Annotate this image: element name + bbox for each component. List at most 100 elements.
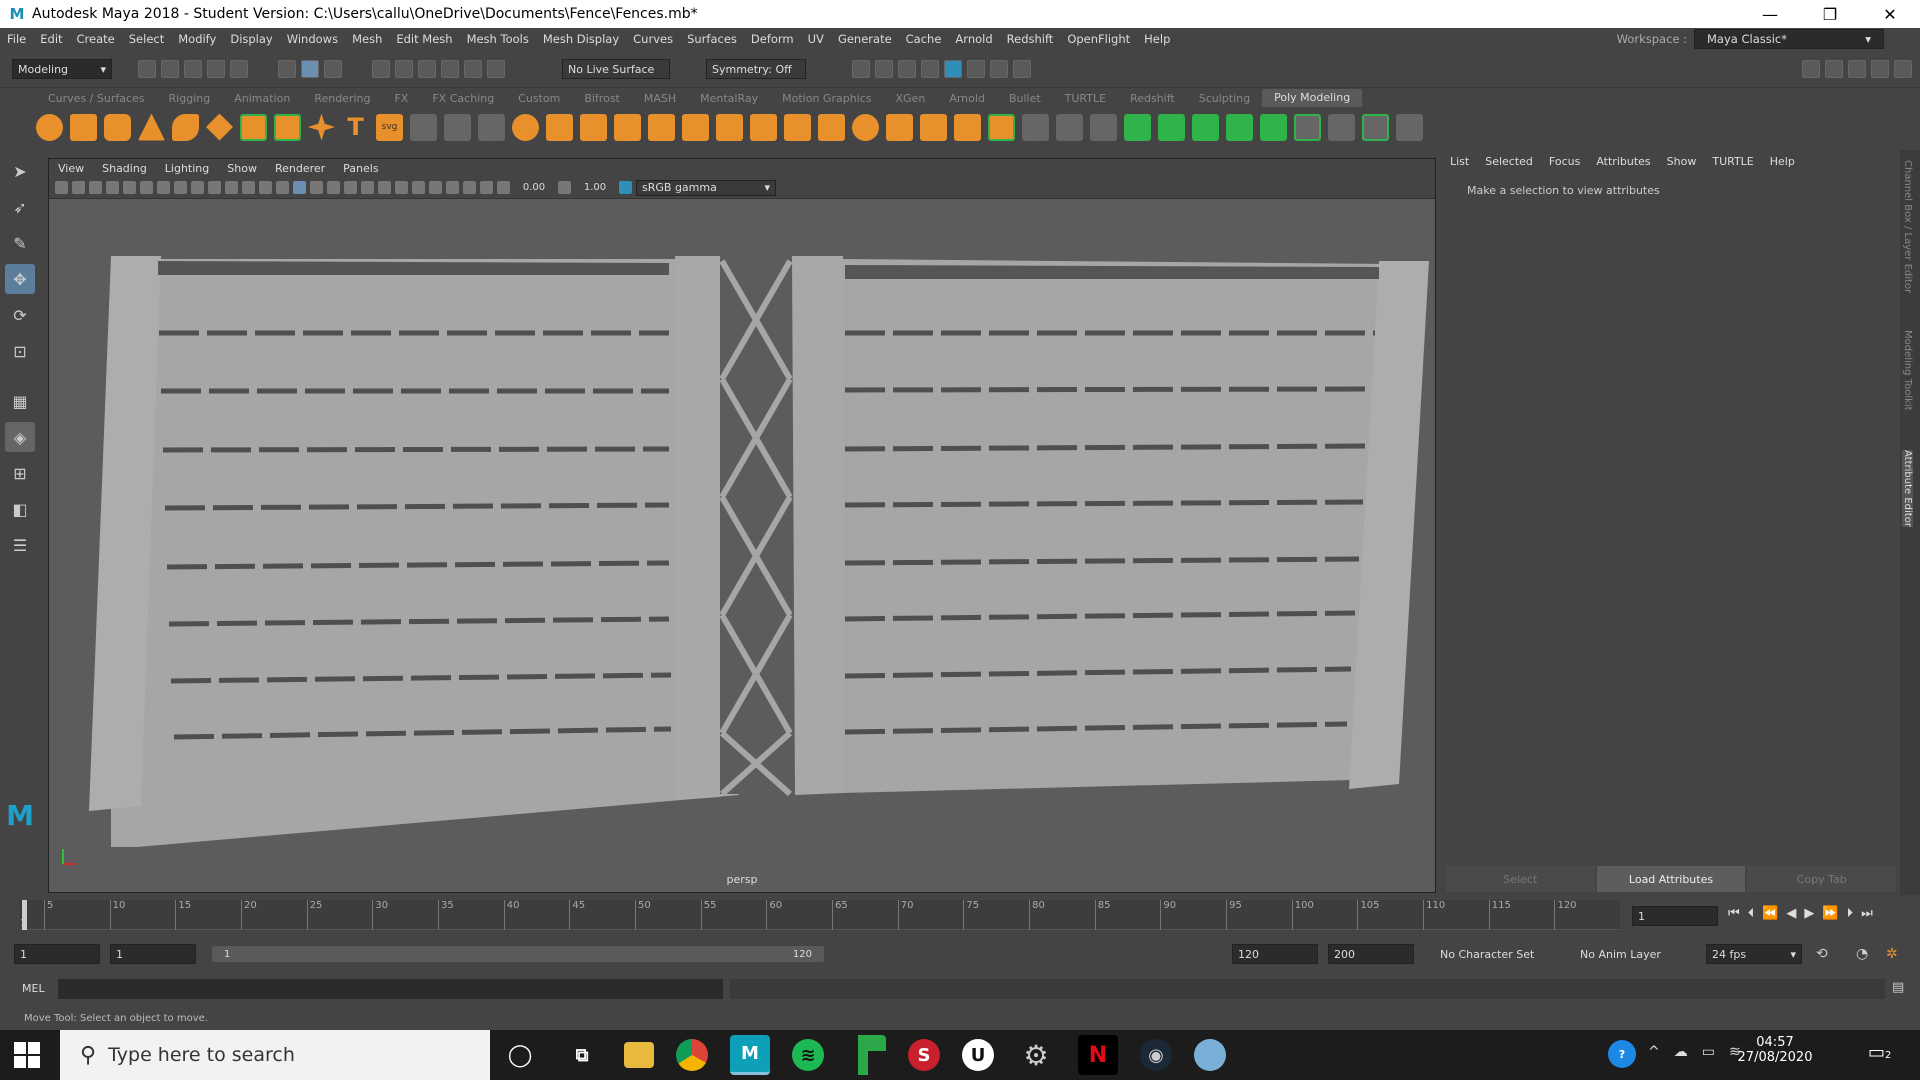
uv-spherical-icon[interactable]: [1192, 113, 1219, 141]
battery-icon[interactable]: ▭: [1702, 1044, 1715, 1060]
viewport-menu-shading[interactable]: Shading: [93, 162, 156, 175]
smooth-shade-icon[interactable]: [293, 181, 306, 194]
poly-cube-icon[interactable]: [70, 113, 97, 141]
textured-icon[interactable]: [327, 181, 340, 194]
menu-mesh-display[interactable]: Mesh Display: [536, 32, 626, 46]
notifications-icon[interactable]: ▭2: [1868, 1042, 1891, 1063]
channel-box-icon[interactable]: [1894, 60, 1912, 78]
snap-surface-icon[interactable]: [464, 60, 482, 78]
tab-animation[interactable]: Animation: [222, 92, 302, 105]
menu-openflight[interactable]: OpenFlight: [1060, 32, 1137, 46]
gate-mask-icon[interactable]: [208, 181, 221, 194]
snap-live-icon[interactable]: [487, 60, 505, 78]
unreal-engine-icon[interactable]: U: [962, 1039, 994, 1071]
combine-icon[interactable]: [512, 113, 539, 141]
side-tab-modeling-toolkit[interactable]: Modeling Toolkit: [1902, 330, 1913, 411]
tab-arnold[interactable]: Arnold: [937, 92, 997, 105]
sculpt-relax-icon[interactable]: [478, 113, 505, 141]
uv-grid-icon[interactable]: [1396, 113, 1423, 141]
modeling-toolkit-icon[interactable]: [1802, 60, 1820, 78]
tab-mentalray[interactable]: MentalRay: [688, 92, 770, 105]
play-forwards-icon[interactable]: ▶: [1804, 906, 1814, 921]
mel-label[interactable]: MEL: [22, 982, 45, 995]
bookmark-icon[interactable]: [89, 181, 102, 194]
lasso-tool-icon[interactable]: ➶: [5, 192, 35, 222]
graph-layout-icon[interactable]: ◧: [5, 494, 35, 524]
side-tab-channel-box[interactable]: Channel Box / Layer Editor: [1902, 160, 1913, 293]
load-attributes-button[interactable]: Load Attributes: [1596, 866, 1746, 892]
smooth-icon[interactable]: [614, 113, 641, 141]
viewport-menu-renderer[interactable]: Renderer: [266, 162, 334, 175]
svg-icon[interactable]: svg: [376, 113, 403, 141]
redo-icon[interactable]: [230, 60, 248, 78]
settings-gear-icon[interactable]: ⚙: [1016, 1035, 1056, 1075]
poly-cylinder-icon[interactable]: [104, 113, 131, 141]
uv-editor-icon[interactable]: [1294, 113, 1321, 141]
menu-help[interactable]: Help: [1137, 32, 1177, 46]
menu-edit[interactable]: Edit: [33, 32, 69, 46]
shadows-icon[interactable]: [361, 181, 374, 194]
motion-blur-icon[interactable]: [395, 181, 408, 194]
tab-bullet[interactable]: Bullet: [997, 92, 1053, 105]
attr-menu-list[interactable]: List: [1442, 155, 1477, 168]
edge-loop-icon[interactable]: [1022, 113, 1049, 141]
cortana-icon[interactable]: ◯: [500, 1035, 540, 1075]
move-tool-icon[interactable]: ✥: [5, 264, 35, 294]
tab-motion-graphics[interactable]: Motion Graphics: [770, 92, 883, 105]
poly-text-icon[interactable]: T: [342, 113, 369, 141]
playback-end-field[interactable]: 120: [1232, 944, 1318, 964]
fence-mid-post-left[interactable]: [675, 256, 720, 800]
separate-icon[interactable]: [546, 113, 573, 141]
menu-edit-mesh[interactable]: Edit Mesh: [389, 32, 459, 46]
menu-display[interactable]: Display: [223, 32, 279, 46]
scale-tool-icon[interactable]: ⊡: [5, 336, 35, 366]
chrome-icon[interactable]: [676, 1039, 708, 1071]
append-icon[interactable]: [886, 113, 913, 141]
uv-layout-icon[interactable]: [1362, 113, 1389, 141]
poly-disc-icon[interactable]: [240, 113, 267, 141]
menu-file[interactable]: File: [0, 32, 33, 46]
side-tab-attribute-editor[interactable]: Attribute Editor: [1902, 450, 1913, 527]
range-slider[interactable]: 1 120: [212, 946, 824, 962]
workspace-dropdown[interactable]: Maya Classic* ▾: [1694, 29, 1884, 49]
select-object-icon[interactable]: [301, 60, 319, 78]
arnold-render-icon[interactable]: [967, 60, 985, 78]
uv-cylindrical-icon[interactable]: [1158, 113, 1185, 141]
hypershade-icon[interactable]: [944, 60, 962, 78]
spotify-icon[interactable]: ≋: [792, 1039, 824, 1071]
paint-select-tool-icon[interactable]: ✎: [5, 228, 35, 258]
bevel-icon[interactable]: [750, 113, 777, 141]
chevron-up-icon[interactable]: ^: [1648, 1044, 1660, 1060]
undo-icon[interactable]: [207, 60, 225, 78]
poly-sphere-icon[interactable]: [36, 113, 63, 141]
sculpt-smooth-icon[interactable]: [444, 113, 471, 141]
safe-title-icon[interactable]: [259, 181, 272, 194]
menu-windows[interactable]: Windows: [280, 32, 345, 46]
menu-surfaces[interactable]: Surfaces: [680, 32, 744, 46]
tab-redshift[interactable]: Redshift: [1118, 92, 1187, 105]
viewport-panel[interactable]: View Shading Lighting Show Renderer Pane…: [48, 158, 1436, 893]
platonic-solid-icon[interactable]: [274, 113, 301, 141]
gamma-icon[interactable]: [558, 181, 571, 194]
sculpt-icon[interactable]: [410, 113, 437, 141]
lights-icon[interactable]: [344, 181, 357, 194]
animation-start-field[interactable]: 1: [14, 944, 100, 964]
step-back-key-icon[interactable]: ⏪: [1762, 906, 1778, 921]
scene-canvas[interactable]: [49, 199, 1437, 894]
tab-curves-surfaces[interactable]: Curves / Surfaces: [36, 92, 157, 105]
rotate-tool-icon[interactable]: ⟳: [5, 300, 35, 330]
menu-generate[interactable]: Generate: [831, 32, 899, 46]
tab-xgen[interactable]: XGen: [884, 92, 938, 105]
redshift-render-icon[interactable]: [990, 60, 1008, 78]
attr-menu-selected[interactable]: Selected: [1477, 155, 1541, 168]
go-to-end-icon[interactable]: ⏭: [1861, 906, 1873, 921]
anti-aliasing-icon[interactable]: [412, 181, 425, 194]
mel-input[interactable]: [58, 979, 723, 999]
select-component-icon[interactable]: [324, 60, 342, 78]
tool-settings-icon[interactable]: [1871, 60, 1889, 78]
menu-cache[interactable]: Cache: [899, 32, 949, 46]
clock[interactable]: 04:57 27/08/2020: [1730, 1035, 1820, 1065]
close-button[interactable]: ✕: [1860, 0, 1920, 28]
help-question-icon[interactable]: ?: [1608, 1040, 1636, 1068]
boolean-icon[interactable]: [852, 113, 879, 141]
